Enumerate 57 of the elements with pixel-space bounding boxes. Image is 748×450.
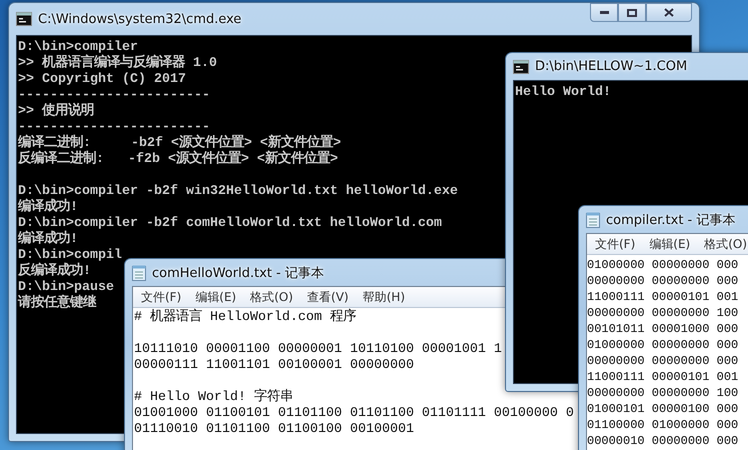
minimize-icon <box>600 11 608 14</box>
console-line: >> 使用说明 <box>18 104 94 120</box>
console-icon <box>513 60 529 74</box>
text-line: 11000111 00000101 001 <box>587 289 738 305</box>
text-line: # Hello World! 字符串 <box>134 390 293 406</box>
console-line: D:\bin>pause <box>18 280 114 295</box>
close-button[interactable] <box>646 3 692 22</box>
console-line: >> 机器语言编译与反编译器 1.0 <box>18 56 217 72</box>
menu-item[interactable]: 编辑(E) <box>649 235 690 253</box>
notepad-icon <box>586 212 600 228</box>
console-line: D:\bin>compiler -b2f win32HelloWorld.txt helloWorld.exe <box>18 184 458 199</box>
text-line: 00000111 11001101 00100001 00000000 <box>134 358 414 374</box>
close-icon <box>664 8 674 17</box>
maximize-button[interactable] <box>618 3 646 22</box>
menu-item[interactable]: 帮助(H) <box>362 288 405 306</box>
text-line: 01000000 00000000 000 <box>587 257 738 273</box>
console-line: ------------------------ <box>18 120 210 135</box>
text-line: # 机器语言 HelloWorld.com 程序 <box>134 310 356 326</box>
menu-item[interactable]: 查看(V) <box>307 288 349 306</box>
text-line: 01000000 00000000 000 <box>587 337 738 353</box>
console-line: 反编译成功! <box>18 264 91 280</box>
window-title: comHelloWorld.txt - 记事本 <box>152 264 324 282</box>
console-line: ------------------------ <box>18 88 210 103</box>
text-line: 00000010 00000000 000 <box>587 433 738 449</box>
window-title: compiler.txt - 记事本 <box>606 212 736 228</box>
text-line: 10111010 00001100 00000001 10110100 00001001 1 <box>134 342 502 358</box>
window-title: C:\Windows\system32\cmd.exe <box>38 12 242 26</box>
text-line: 00000000 00000000 000 <box>587 353 738 369</box>
notepad-icon <box>132 264 146 280</box>
menu-item[interactable]: 文件(F) <box>141 288 182 306</box>
console-line: 编译成功! <box>18 200 78 216</box>
console-line: D:\bin>compiler <box>18 40 138 55</box>
console-line: 请按任意键继 <box>18 296 96 312</box>
console-line: >> Copyright (C) 2017 <box>18 72 186 88</box>
console-icon <box>16 12 32 26</box>
console-line: 反编译二进制: -f2b <源文件位置> <新文件位置> <box>18 152 338 168</box>
menu-item[interactable]: 文件(F) <box>595 235 636 253</box>
text-line: 00000000 00000000 100 <box>587 385 738 401</box>
text-line: 01100000 01000000 000 <box>587 417 738 433</box>
menu-item[interactable]: 格式(O) <box>250 288 294 306</box>
console-line: 编译二进制: -b2f <源文件位置> <新文件位置> <box>18 136 341 151</box>
text-line: 01000101 00000100 000 <box>587 401 738 417</box>
console-line: D:\bin>compil <box>18 248 122 263</box>
text-line: 11000111 00000101 001 <box>587 369 738 385</box>
text-line: 01001000 01100101 01101100 01101100 01101111 00100000 0 <box>134 406 574 422</box>
text-line: 00000000 00000000 000 <box>587 273 738 289</box>
text-line: 01110010 01101100 01100100 00100001 <box>134 422 414 438</box>
menu-item[interactable]: 编辑(E) <box>195 288 236 306</box>
window-title: D:\bin\HELLOW~1.COM <box>535 59 688 74</box>
console-line: 编译成功! <box>18 232 78 248</box>
minimize-button[interactable] <box>590 3 618 22</box>
menu-item[interactable]: 格式(O) <box>704 235 748 253</box>
console-line: Hello World! <box>515 85 611 101</box>
text-line: 00101011 00001000 000 <box>587 321 738 337</box>
maximize-icon <box>627 8 637 16</box>
text-line: 00000000 00000000 100 <box>587 305 738 321</box>
console-line: D:\bin>compiler -b2f comHelloWorld.txt helloWorld.com <box>18 216 442 231</box>
